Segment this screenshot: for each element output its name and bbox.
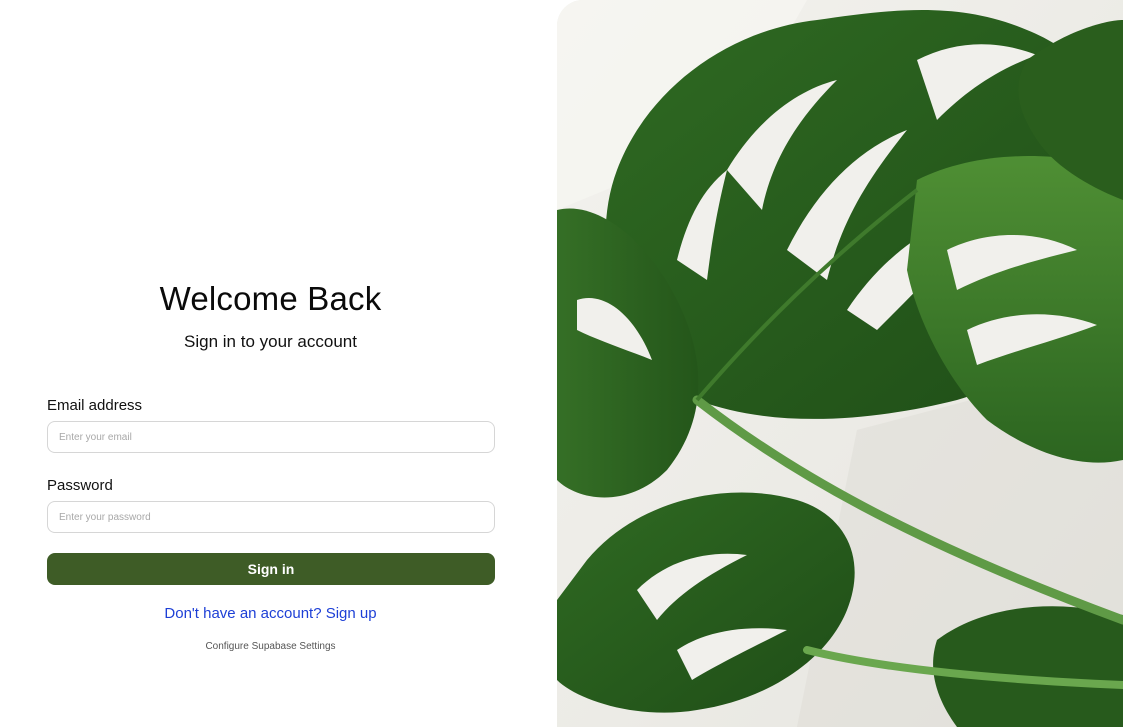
password-field[interactable]: [47, 501, 495, 533]
monstera-leaf-photo: [557, 0, 1123, 727]
password-label: Password: [47, 477, 113, 494]
sign-up-link[interactable]: Don't have an account? Sign up: [0, 605, 541, 622]
configure-supabase-link[interactable]: Configure Supabase Settings: [0, 641, 541, 652]
email-label: Email address: [47, 397, 143, 414]
sign-in-form-panel: Welcome Back Sign in to your account Ema…: [0, 0, 541, 727]
sign-in-button[interactable]: Sign in: [47, 553, 495, 585]
page-subtitle: Sign in to your account: [184, 332, 357, 351]
email-field[interactable]: [47, 421, 495, 453]
login-page: Welcome Back Sign in to your account Ema…: [0, 0, 1123, 727]
monstera-leaf-illustration: [557, 0, 1123, 727]
page-title: Welcome Back: [159, 280, 382, 317]
